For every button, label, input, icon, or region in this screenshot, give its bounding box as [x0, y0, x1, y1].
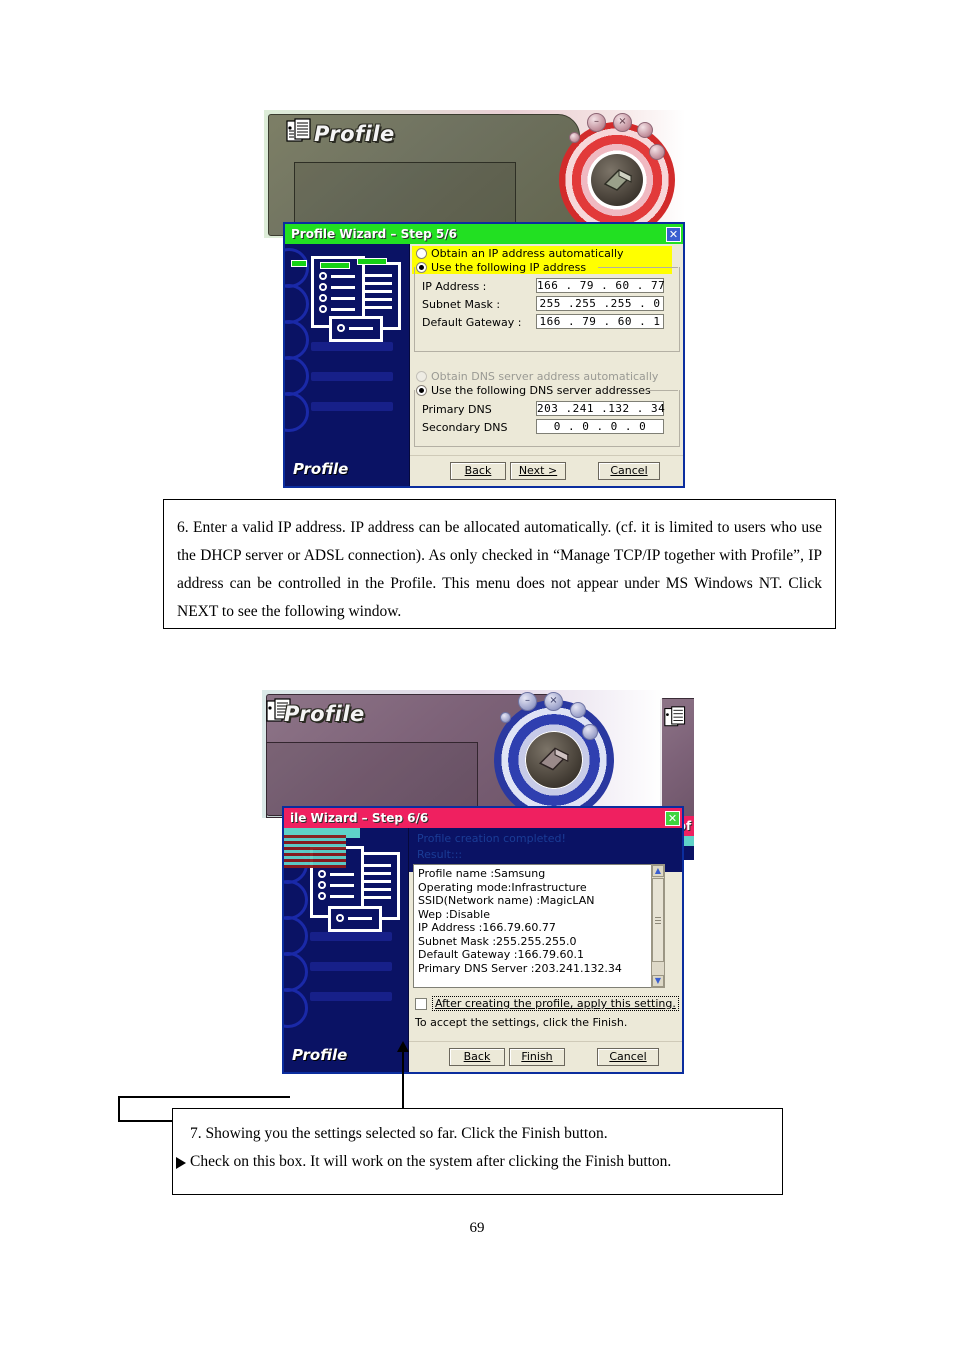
figure-profile-wizard-step-5: Profile – × Profile Wizard – Step 5/6 ✕ — [264, 110, 685, 488]
subnet-mask-field[interactable]: 255 .255 .255 . 0 — [536, 296, 664, 311]
wizard-title-bar: ile Wizard – Step 6/6 ✕ — [284, 808, 682, 828]
radio-icon[interactable] — [416, 248, 427, 259]
callout-arrow-up — [397, 1041, 409, 1052]
callout-line-top — [118, 1096, 290, 1098]
summary-line: Wep :Disable — [418, 907, 490, 921]
summary-line: Subnet Mask :255.255.255.0 — [418, 934, 577, 948]
skin-extra-button-2[interactable] — [582, 724, 598, 740]
peek-doc-icon — [664, 706, 686, 727]
primary-dns-field[interactable]: 203 .241 .132 . 34 — [536, 401, 665, 416]
skin-close-button[interactable]: × — [544, 692, 563, 711]
secondary-dns-label: Secondary DNS — [422, 421, 508, 434]
page-number: 69 — [469, 1220, 485, 1236]
ip-groupbox-top-right — [598, 267, 678, 269]
skin-minimize-button[interactable]: – — [518, 692, 537, 711]
radio-icon[interactable] — [416, 371, 427, 382]
figure-profile-wizard-step-6: Prof Profile – × — [262, 690, 694, 1074]
scroll-thumb[interactable] — [652, 878, 664, 962]
wizard-title-bar: Profile Wizard – Step 5/6 ✕ — [285, 224, 683, 244]
callout-line-left — [118, 1096, 120, 1122]
checkbox-icon[interactable] — [415, 997, 427, 1010]
next-button[interactable]: Next > — [510, 462, 566, 480]
radio-obtain-dns-auto[interactable]: Obtain DNS server address automatically — [416, 370, 658, 383]
default-gateway-field[interactable]: 166 . 79 . 60 . 1 — [536, 314, 664, 329]
result-header-line-1: Profile creation completed! — [417, 832, 566, 845]
summary-line: Profile name :Samsung — [418, 867, 546, 880]
inline-arrow-icon — [176, 1157, 186, 1169]
summary-line: Default Gateway :166.79.60.1 — [418, 948, 584, 961]
caption-box-step7: 7. Showing you the settings selected so … — [172, 1108, 783, 1195]
ip-address-field[interactable]: 166 . 79 . 60 . 77 — [536, 278, 665, 293]
summary-scrollbar[interactable]: ▲ ▼ — [651, 864, 665, 988]
wizard-main: Profile Obtain an IP address automatical… — [285, 244, 683, 486]
finish-note: To accept the settings, click the Finish… — [415, 1016, 628, 1029]
radio-label: Obtain an IP address automatically — [431, 247, 624, 260]
skin-extra-button-3[interactable] — [569, 132, 580, 143]
scroll-up-button[interactable]: ▲ — [652, 865, 664, 877]
result-header-line-2: Result::: — [417, 848, 463, 861]
sidebar-doc-bottom — [329, 316, 383, 342]
skin-window-title: Profile — [284, 702, 365, 726]
skin-minimize-button[interactable]: – — [587, 113, 606, 132]
summary-line: SSID(Network name) :MagicLAN — [418, 894, 595, 907]
summary-lines: Profile name :Samsung Operating mode:Inf… — [414, 865, 664, 975]
close-icon[interactable]: ✕ — [665, 810, 680, 826]
summary-line: IP Address :166.79.60.77 — [418, 921, 556, 934]
summary-line: Primary DNS Server :203.241.132.34 — [418, 961, 622, 975]
radio-obtain-ip-auto[interactable]: Obtain an IP address automatically — [416, 247, 624, 260]
sidebar-doc-bottom — [328, 906, 382, 932]
caption-box-step6: 6. Enter a valid IP address. IP address … — [163, 499, 836, 629]
skin-extra-button-2[interactable] — [649, 144, 665, 160]
wizard-sidebar: Profile — [284, 828, 409, 1072]
profile-doc-icon — [286, 118, 311, 142]
apply-setting-label: After creating the profile, apply this s… — [432, 996, 679, 1011]
default-gateway-label: Default Gateway : — [422, 316, 522, 329]
speaker-knob-graphic: – × — [545, 110, 685, 240]
wizard-content-step6: Profile creation completed! Result::: Pr… — [409, 828, 682, 1072]
finish-button[interactable]: Finish — [509, 1048, 565, 1066]
caption-line-2: Check on this box. It will work on the s… — [190, 1153, 672, 1170]
skin-extra-button-1[interactable] — [570, 702, 586, 718]
profile-wizard-dialog-step6: ile Wizard – Step 6/6 ✕ Profile Profile … — [282, 806, 684, 1074]
cancel-button[interactable]: Cancel — [598, 462, 660, 480]
summary-list-box: Profile name :Samsung Operating mode:Inf… — [413, 864, 665, 988]
ip-address-label: IP Address : — [422, 280, 487, 293]
skin-extra-button-1[interactable] — [637, 122, 653, 138]
primary-dns-label: Primary DNS — [422, 403, 492, 416]
wizard-main: Profile Profile creation completed! Resu… — [284, 828, 682, 1072]
subnet-mask-label: Subnet Mask : — [422, 298, 501, 311]
wizard-title: ile Wizard – Step 6/6 — [290, 811, 429, 825]
back-button[interactable]: Back — [449, 1048, 505, 1066]
speaker-knob-graphic-2: – × — [480, 690, 620, 820]
caption-line-1: 7. Showing you the settings selected so … — [190, 1125, 608, 1142]
wizard-content-step5: Obtain an IP address automatically Use t… — [410, 244, 683, 486]
dns-groupbox-top-right — [646, 390, 678, 392]
caption-text: 6. Enter a valid IP address. IP address … — [177, 519, 822, 620]
apply-setting-checkbox-row[interactable]: After creating the profile, apply this s… — [415, 996, 679, 1011]
secondary-dns-field[interactable]: 0 . 0 . 0 . 0 — [536, 419, 664, 434]
sidebar-label: Profile — [292, 1046, 348, 1064]
wizard-title: Profile Wizard – Step 5/6 — [291, 227, 457, 241]
knob-center-icon — [603, 169, 633, 191]
summary-line: Operating mode:Infrastructure — [418, 880, 587, 894]
cancel-button[interactable]: Cancel — [597, 1048, 659, 1066]
wizard-footer: Back Finish Cancel — [409, 1041, 682, 1072]
sidebar-label: Profile — [293, 460, 349, 478]
skin-window-title: Profile — [314, 122, 395, 146]
skin-extra-button-3[interactable] — [500, 712, 511, 723]
knob-center-icon — [538, 747, 570, 771]
wizard-footer: Back Next > Cancel — [410, 455, 683, 486]
scroll-down-button[interactable]: ▼ — [652, 975, 664, 987]
close-icon[interactable]: ✕ — [666, 226, 681, 242]
wizard-sidebar: Profile — [285, 244, 410, 486]
back-button[interactable]: Back — [450, 462, 506, 480]
skin-close-button[interactable]: × — [613, 113, 632, 132]
profile-wizard-dialog-step5: Profile Wizard – Step 5/6 ✕ Profile Obta… — [283, 222, 685, 488]
radio-label: Obtain DNS server address automatically — [431, 370, 659, 383]
